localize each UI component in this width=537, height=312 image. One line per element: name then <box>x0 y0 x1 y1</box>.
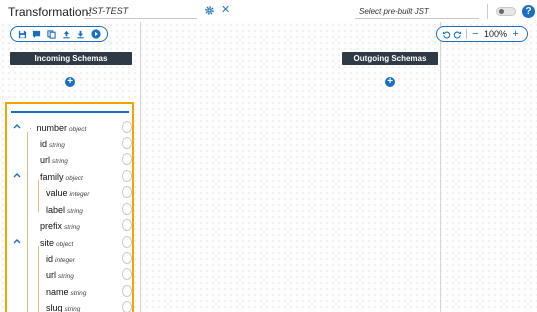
node-name: url <box>46 270 57 280</box>
node-name: family <box>40 172 64 182</box>
node-name: value <box>46 188 68 198</box>
copy-icon[interactable] <box>46 29 57 40</box>
mode-toggle[interactable] <box>496 7 516 16</box>
schema-node[interactable]: prefix string <box>40 218 80 232</box>
connector-handle[interactable] <box>122 236 132 248</box>
connector-handle[interactable] <box>122 137 132 149</box>
zoom-toolbar: − 100% + <box>436 26 528 42</box>
tree-line <box>27 132 28 312</box>
tree-line <box>38 246 39 312</box>
add-outgoing-schema-button[interactable]: + <box>385 77 395 87</box>
gear-icon[interactable] <box>204 5 215 16</box>
comment-icon[interactable] <box>31 29 42 40</box>
node-name: number <box>36 123 67 133</box>
node-name: id <box>40 139 48 149</box>
connector-handle[interactable] <box>122 203 132 215</box>
chevron-up-icon[interactable] <box>13 237 21 245</box>
connector-handle[interactable] <box>122 121 132 133</box>
schema-node[interactable]: family object <box>40 169 83 183</box>
connector-handle[interactable] <box>122 285 132 297</box>
node-type: string <box>70 290 87 297</box>
node-type: object <box>65 175 83 182</box>
node-type: string <box>64 306 81 312</box>
schema-node[interactable]: url string <box>40 152 68 166</box>
header-divider <box>487 4 488 19</box>
schema-node[interactable]: · number object <box>29 120 86 134</box>
chevron-up-icon[interactable] <box>13 171 21 179</box>
schema-node[interactable]: value integer <box>46 185 89 199</box>
connector-handle[interactable] <box>122 301 132 312</box>
add-incoming-schema-button[interactable]: + <box>65 77 75 87</box>
help-icon[interactable]: ? <box>522 5 535 18</box>
node-name: site <box>40 238 55 248</box>
redo-icon[interactable] <box>452 29 463 40</box>
node-type: object <box>56 241 74 248</box>
schema-node[interactable]: label string <box>46 202 83 216</box>
outgoing-schemas-header: Outgoing Schemas <box>342 52 438 65</box>
transformation-name-input[interactable]: JST-TEST <box>84 5 197 19</box>
schema-node[interactable]: slug string <box>46 300 80 312</box>
zoom-level: 100% <box>484 29 508 39</box>
chevron-up-icon[interactable] <box>13 122 21 130</box>
node-type: string <box>49 142 65 149</box>
connector-handle[interactable] <box>122 268 132 280</box>
node-type: integer <box>55 257 75 264</box>
node-type: object <box>68 126 87 133</box>
node-type: string <box>64 224 80 231</box>
column-divider-left <box>140 22 141 312</box>
download-icon[interactable] <box>75 29 86 40</box>
node-type: string <box>52 158 68 165</box>
schema-node[interactable]: id integer <box>46 251 75 265</box>
column-divider-right <box>440 22 441 312</box>
schema-toolbar <box>10 26 108 42</box>
connector-handle[interactable] <box>122 186 132 198</box>
connector-handle[interactable] <box>122 252 132 264</box>
schema-node[interactable]: name string <box>46 284 86 298</box>
node-type: integer <box>69 191 90 198</box>
zoom-divider <box>466 29 467 39</box>
node-name: slug <box>46 303 63 312</box>
tree-line <box>38 180 39 212</box>
undo-icon[interactable] <box>441 29 452 40</box>
connector-handle[interactable] <box>122 153 132 165</box>
close-icon[interactable]: ✕ <box>221 3 230 17</box>
prebuilt-jst-select[interactable]: Select pre-built JST <box>355 5 479 19</box>
save-icon[interactable] <box>17 29 28 40</box>
top-bar: Transformation: JST-TEST ✕ Select pre-bu… <box>0 0 537 22</box>
node-type: string <box>67 208 83 215</box>
schema-node[interactable]: url string <box>46 267 74 281</box>
node-name: label <box>46 205 66 215</box>
node-type: string <box>58 273 74 280</box>
node-name: id <box>46 254 54 264</box>
incoming-schemas-header: Incoming Schemas <box>10 52 132 65</box>
transformation-label: Transformation: <box>8 5 92 19</box>
incoming-schema-card: · number object id string url string family… <box>5 102 134 312</box>
node-name: url <box>40 155 51 165</box>
connector-handle[interactable] <box>122 219 132 231</box>
upload-icon[interactable] <box>61 29 72 40</box>
connector-handle[interactable] <box>122 170 132 182</box>
zoom-in-icon[interactable]: + <box>510 28 521 40</box>
node-name: prefix <box>40 221 63 231</box>
schema-card-topline <box>11 111 129 113</box>
play-icon[interactable] <box>90 29 101 40</box>
schema-node[interactable]: site object <box>40 235 73 249</box>
zoom-out-icon[interactable]: − <box>470 28 481 40</box>
node-name: name <box>46 287 69 297</box>
schema-node[interactable]: id string <box>40 136 65 150</box>
